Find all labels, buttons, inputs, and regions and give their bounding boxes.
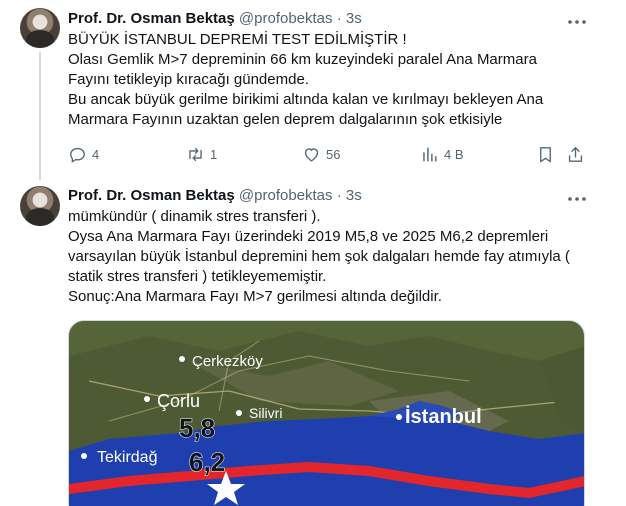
thread-connector-line <box>39 52 41 180</box>
map-label-silivri: Silivri <box>249 405 282 421</box>
avatar[interactable] <box>20 186 60 226</box>
retweet-icon <box>189 147 202 161</box>
retweet-count: 1 <box>210 146 218 162</box>
tweet-text: mümkündür ( dinamik stres transferi ). O… <box>68 207 588 307</box>
separator-dot: · <box>336 10 342 27</box>
tweet-text-line: Olası Gemlik M>7 depreminin 66 km kuzeyi… <box>68 51 537 68</box>
retweet-button[interactable]: 1 <box>186 142 217 166</box>
tweet-text-line: Fayını tetikleyip kıracağı gündemde. <box>68 71 309 88</box>
bookmark-icon <box>540 146 551 162</box>
tweet-image-map[interactable]: Çerkezköy Çorlu Silivri İstanbul Tekirda… <box>68 320 585 506</box>
reply-count: 4 <box>92 146 100 162</box>
magnitude-label-2019: 5,8 <box>179 413 215 443</box>
tweet-text-line: Bu ancak büyük gerilme birikimi altında … <box>68 91 544 108</box>
more-icon[interactable] <box>566 12 588 32</box>
tweet-text-line: Marmara Fayının uzaktan gelen deprem dal… <box>68 111 503 128</box>
tweet-text-line: BÜYÜK İSTANBUL DEPREMİ TEST EDİLMİŞTİR ! <box>68 31 407 48</box>
tweet-text-line: Sonuç:Ana Marmara Fayı M>7 gerilmesi alt… <box>68 288 442 305</box>
tweet-header: Prof. Dr. Osman Bektaş @profobektas · 3s <box>68 9 362 29</box>
author-name[interactable]: Prof. Dr. Osman Bektaş <box>68 10 235 27</box>
views-count: 4 B <box>444 146 464 162</box>
tweet-text: BÜYÜK İSTANBUL DEPREMİ TEST EDİLMİŞTİR !… <box>68 30 588 130</box>
author-handle[interactable]: @profobektas <box>239 10 333 27</box>
map-label-cerkezkoy: Çerkezköy <box>192 353 263 370</box>
magnitude-label-2025: 6,2 <box>189 447 225 477</box>
more-icon[interactable] <box>566 189 588 209</box>
views-button[interactable]: 4 B <box>420 142 464 166</box>
tweet-text-line: Oysa Ana Marmara Fayı üzerindeki 2019 M5… <box>68 228 549 245</box>
author-handle[interactable]: @profobektas <box>239 187 333 204</box>
share-icon <box>568 146 583 162</box>
tweet-header: Prof. Dr. Osman Bektaş @profobektas · 3s <box>68 186 362 206</box>
tweet-text-line: statik stres transferi ) tetikleyememişt… <box>68 268 327 285</box>
reply-button[interactable]: 4 <box>68 142 99 166</box>
author-name[interactable]: Prof. Dr. Osman Bektaş <box>68 187 235 204</box>
reply-icon <box>70 147 85 163</box>
map-image: Çerkezköy Çorlu Silivri İstanbul Tekirda… <box>69 321 584 506</box>
analytics-icon <box>423 146 437 162</box>
action-bar: 4 1 56 4 B <box>68 142 588 166</box>
bookmark-button[interactable] <box>536 142 555 166</box>
heart-icon <box>304 147 319 162</box>
like-button[interactable]: 56 <box>302 142 340 166</box>
map-label-istanbul: İstanbul <box>405 405 482 428</box>
timestamp[interactable]: 3s <box>346 187 362 204</box>
like-count: 56 <box>326 146 341 162</box>
separator-dot: · <box>336 187 342 204</box>
map-label-corlu: Çorlu <box>157 391 200 411</box>
tweet-text-line: varsayılan büyük İstanbul depremini hem … <box>68 248 570 265</box>
avatar[interactable] <box>20 8 60 48</box>
share-button[interactable] <box>566 142 585 166</box>
tweet-1[interactable]: Prof. Dr. Osman Bektaş @profobektas · 3s… <box>0 0 626 180</box>
timestamp[interactable]: 3s <box>346 10 362 27</box>
map-label-tekirdag: Tekirdağ <box>97 449 157 466</box>
tweet-text-line: mümkündür ( dinamik stres transferi ). <box>68 208 321 225</box>
